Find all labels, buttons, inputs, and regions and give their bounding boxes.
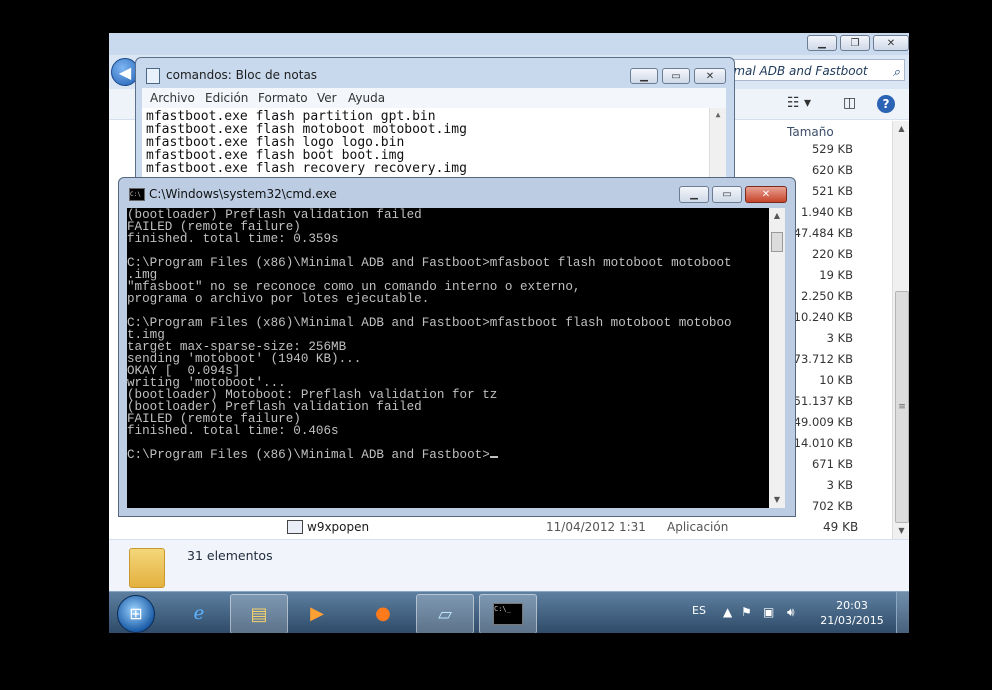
scroll-down-arrow-icon[interactable]: ▼	[893, 523, 909, 539]
explorer-minimize-button[interactable]: ▁	[807, 35, 837, 51]
notepad-titlebar[interactable]: comandos: Bloc de notas ▁ ▭ ✕	[136, 58, 734, 88]
scroll-thumb[interactable]	[771, 232, 783, 252]
clock-time: 20:03	[836, 599, 868, 612]
notepad-maximize-button[interactable]: ▭	[662, 68, 690, 84]
cmd-app-icon: C:\	[129, 188, 145, 201]
scroll-down-arrow-icon[interactable]: ▼	[769, 492, 785, 508]
cmd-close-button[interactable]: ✕	[745, 186, 787, 203]
notepad-icon[interactable]: ▱	[416, 594, 474, 633]
console-line: C:\Program Files (x86)\Minimal ADB and F…	[127, 256, 732, 270]
file-size: 49 KB	[823, 520, 859, 534]
system-tray: ES ▲ ⚑ ▣ 🔊︎ 20:03 21/03/2015	[689, 592, 909, 633]
cmd-minimize-button[interactable]: ▁	[679, 186, 709, 203]
language-indicator[interactable]: ES	[692, 604, 706, 617]
scroll-up-arrow-icon[interactable]: ▲	[769, 208, 785, 224]
notepad-minimize-button[interactable]: ▁	[630, 68, 658, 84]
search-input[interactable]: imal ADB and Fastboot ⌕	[709, 59, 905, 81]
menu-ayuda[interactable]: Ayuda	[348, 91, 385, 105]
explorer-statusbar: 31 elementos	[109, 539, 909, 592]
file-type: Aplicación	[667, 520, 729, 534]
menu-edicion[interactable]: Edición	[205, 91, 248, 105]
console-line: programa o archivo por lotes ejecutable.	[127, 292, 430, 306]
cmd-icon[interactable]: C:\_	[479, 594, 537, 633]
text-line: mfastboot.exe flash recovery recovery.im…	[146, 161, 467, 176]
volume-icon[interactable]: 🔊︎	[787, 605, 795, 620]
show-desktop-button[interactable]	[896, 592, 909, 633]
notepad-scrollbar[interactable]: ▲	[709, 108, 726, 178]
scroll-up-arrow-icon[interactable]: ▲	[893, 121, 909, 137]
view-options-icon[interactable]: ☷ ▾	[787, 95, 811, 111]
internet-explorer-icon[interactable]: ℯ	[171, 594, 227, 632]
start-button[interactable]: ⊞	[117, 595, 155, 633]
cmd-title: C:\Windows\system32\cmd.exe	[149, 187, 337, 201]
notepad-menubar: Archivo Edición Formato Ver Ayuda	[142, 88, 726, 108]
cmd-maximize-button[interactable]: ▭	[712, 186, 742, 203]
menu-ver[interactable]: Ver	[317, 91, 337, 105]
cmd-caption-buttons: ▁ ▭ ✕	[679, 186, 787, 203]
action-center-flag-icon[interactable]: ⚑	[741, 605, 752, 619]
size-cell: 529 KB	[811, 142, 853, 156]
file-explorer-icon[interactable]: ▤	[230, 594, 288, 633]
search-text: imal ADB and Fastboot	[730, 64, 868, 78]
clock-date: 21/03/2015	[820, 614, 884, 627]
file-date: 11/04/2012 1:31	[546, 520, 646, 534]
clock[interactable]: 20:03 21/03/2015	[815, 598, 889, 628]
notepad-title: comandos: Bloc de notas	[166, 68, 318, 82]
explorer-close-button[interactable]: ✕	[873, 35, 909, 51]
notepad-close-button[interactable]: ✕	[694, 68, 726, 84]
console-output[interactable]: (bootloader) Preflash validation failed F…	[127, 208, 769, 508]
console-prompt-line: C:\Program Files (x86)\Minimal ADB and F…	[127, 449, 769, 461]
explorer-titlebar: ▁ ❐ ✕	[109, 33, 909, 55]
console-prompt: C:\Program Files (x86)\Minimal ADB and F…	[127, 448, 490, 462]
column-header-size[interactable]: Tamaño	[787, 125, 834, 139]
scroll-thumb[interactable]: ≡	[895, 291, 909, 523]
file-name: w9xpopen	[307, 520, 370, 534]
network-icon[interactable]: ▣	[763, 605, 774, 619]
cmd-window: C:\ C:\Windows\system32\cmd.exe ▁ ▭ ✕ (b…	[118, 177, 796, 517]
taskbar: ⊞ ℯ ▤ ▶ ● ▱ C:\_ ES ▲ ⚑ ▣ 🔊︎ 20:03 21/03…	[109, 591, 909, 633]
firefox-icon[interactable]: ●	[355, 594, 411, 632]
notepad-app-icon	[146, 68, 160, 84]
show-hidden-icons-icon[interactable]: ▲	[723, 605, 732, 619]
cmd-titlebar[interactable]: C:\ C:\Windows\system32\cmd.exe ▁ ▭ ✕	[119, 178, 795, 208]
help-icon[interactable]: ?	[877, 95, 895, 113]
menu-archivo[interactable]: Archivo	[150, 91, 195, 105]
notepad-caption-buttons: ▁ ▭ ✕	[630, 68, 726, 84]
explorer-scrollbar[interactable]: ▲ ≡ ▼	[892, 121, 909, 539]
application-file-icon	[287, 520, 303, 534]
notepad-window: comandos: Bloc de notas ▁ ▭ ✕ Archivo Ed…	[135, 57, 735, 179]
text-cursor	[489, 456, 498, 458]
media-player-icon[interactable]: ▶	[289, 594, 345, 632]
notepad-text-area[interactable]: mfastboot.exe flash partition gpt.bin mf…	[142, 108, 726, 178]
search-icon[interactable]: ⌕	[893, 62, 900, 80]
console-line: finished. total time: 0.406s	[127, 424, 339, 438]
menu-formato[interactable]: Formato	[258, 91, 308, 105]
explorer-caption-buttons: ▁ ❐ ✕	[807, 35, 909, 51]
console-line: C:\Program Files (x86)\Minimal ADB and F…	[127, 316, 732, 330]
preview-pane-icon[interactable]: ◫	[843, 95, 856, 111]
folder-icon	[129, 548, 165, 588]
explorer-maximize-button[interactable]: ❐	[840, 35, 870, 51]
cmd-scrollbar[interactable]: ▲ ▼	[769, 208, 785, 508]
list-item[interactable]: w9xpopen 11/04/2012 1:31 Aplicación 49 K…	[269, 517, 869, 537]
console-line: finished. total time: 0.359s	[127, 232, 339, 246]
item-count: 31 elementos	[187, 548, 273, 563]
